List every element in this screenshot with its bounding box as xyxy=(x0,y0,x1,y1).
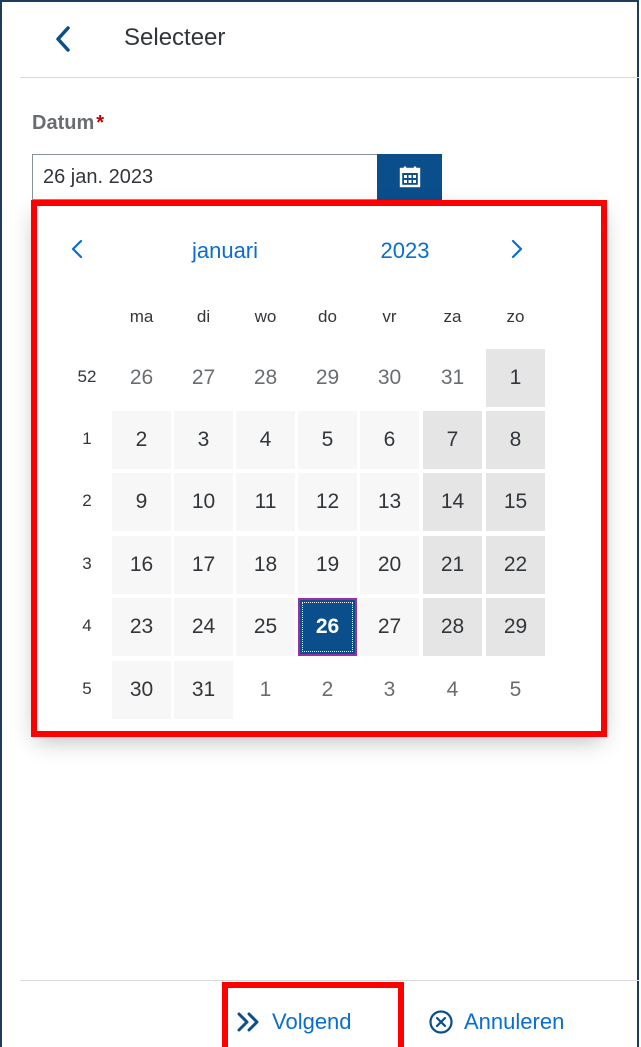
week-number: 1 xyxy=(82,429,92,448)
day-cell[interactable]: 1 xyxy=(236,661,295,719)
day-cell[interactable]: 20 xyxy=(360,536,419,594)
back-button[interactable] xyxy=(48,22,78,56)
day-cell[interactable]: 31 xyxy=(174,661,233,719)
day-cell[interactable]: 11 xyxy=(236,473,295,531)
day-cell[interactable]: 9 xyxy=(112,473,171,531)
day-cell[interactable]: 12 xyxy=(298,473,357,531)
day-cell[interactable]: 3 xyxy=(174,411,233,469)
day-cell[interactable]: 27 xyxy=(360,598,419,656)
day-cell[interactable]: 19 xyxy=(298,536,357,594)
weekday-header: zo xyxy=(506,307,525,326)
page-header xyxy=(20,2,639,78)
cancel-button-label: Annuleren xyxy=(464,1009,565,1034)
day-cell[interactable]: 22 xyxy=(486,536,545,594)
day-cell[interactable]: 27 xyxy=(174,349,233,407)
day-cell[interactable]: 2 xyxy=(298,661,357,719)
page-title: Selecteer xyxy=(124,24,226,51)
weekday-header: di xyxy=(196,307,211,326)
chevron-right-icon xyxy=(511,239,523,259)
weekday-header: vr xyxy=(382,307,397,326)
day-cell[interactable]: 3 xyxy=(360,661,419,719)
next-button[interactable]: Volgend xyxy=(236,1000,352,1044)
day-cell[interactable]: 24 xyxy=(174,598,233,656)
day-cell[interactable]: 4 xyxy=(236,411,295,469)
day-cell[interactable]: 21 xyxy=(423,536,482,594)
circle-x-icon xyxy=(429,1010,453,1034)
double-chevron-right-icon xyxy=(237,1012,259,1032)
day-cell[interactable]: 8 xyxy=(486,411,545,469)
calendar-icon xyxy=(399,166,420,188)
day-cell[interactable]: 7 xyxy=(423,411,482,469)
day-cell[interactable]: 29 xyxy=(298,349,357,407)
day-cell[interactable]: 6 xyxy=(360,411,419,469)
footer-divider xyxy=(20,980,639,981)
date-input[interactable] xyxy=(32,154,377,200)
day-cell[interactable]: 15 xyxy=(486,473,545,531)
day-cell[interactable]: 18 xyxy=(236,536,295,594)
day-cell[interactable]: 28 xyxy=(236,349,295,407)
day-cell[interactable]: 30 xyxy=(360,349,419,407)
day-cell[interactable]: 10 xyxy=(174,473,233,531)
weekday-header: wo xyxy=(254,307,277,326)
cancel-button[interactable]: Annuleren xyxy=(428,1000,564,1044)
next-month-button[interactable] xyxy=(502,229,532,269)
required-mark: * xyxy=(96,112,105,134)
prev-month-button[interactable] xyxy=(62,229,92,269)
day-cell[interactable]: 5 xyxy=(298,411,357,469)
weekday-header: do xyxy=(318,307,337,326)
day-cell-selected[interactable]: 26 xyxy=(298,598,357,656)
day-cell[interactable]: 4 xyxy=(423,661,482,719)
day-cell[interactable]: 31 xyxy=(423,349,482,407)
day-cell[interactable]: 30 xyxy=(112,661,171,719)
day-cell[interactable]: 26 xyxy=(112,349,171,407)
day-cell[interactable]: 2 xyxy=(112,411,171,469)
day-cell[interactable]: 17 xyxy=(174,536,233,594)
day-cell[interactable]: 25 xyxy=(236,598,295,656)
next-button-label: Volgend xyxy=(272,1009,352,1034)
chevron-left-icon xyxy=(71,239,83,259)
week-number: 4 xyxy=(82,616,92,635)
date-field-label: Datum * xyxy=(32,112,104,135)
week-number: 3 xyxy=(82,554,92,573)
weekday-header: ma xyxy=(129,307,154,326)
day-cell[interactable]: 5 xyxy=(486,661,545,719)
chevron-left-icon xyxy=(56,26,70,52)
month-button[interactable]: januari xyxy=(170,238,280,264)
week-number: 2 xyxy=(82,491,92,510)
year-button[interactable]: 2023 xyxy=(360,238,450,264)
day-cell[interactable]: 23 xyxy=(112,598,171,656)
day-cell[interactable]: 28 xyxy=(423,598,482,656)
day-cell[interactable]: 29 xyxy=(486,598,545,656)
day-cell[interactable]: 13 xyxy=(360,473,419,531)
day-cell[interactable]: 16 xyxy=(112,536,171,594)
weekday-header: za xyxy=(443,307,462,326)
week-number: 52 xyxy=(77,367,97,386)
date-label-text: Datum xyxy=(32,112,95,134)
week-number: 5 xyxy=(82,679,92,698)
day-cell[interactable]: 14 xyxy=(423,473,482,531)
day-cell[interactable]: 1 xyxy=(486,349,545,407)
calendar-button[interactable] xyxy=(377,154,442,200)
